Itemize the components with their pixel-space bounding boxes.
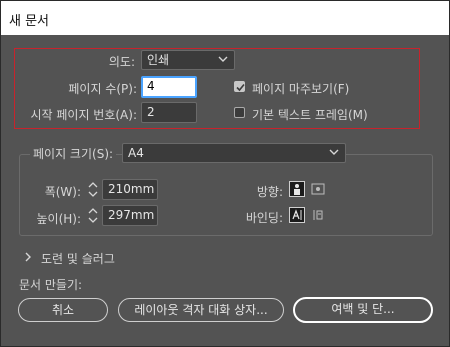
width-label: 폭(W):	[44, 185, 81, 199]
orientation-label: 방향:	[256, 185, 283, 199]
height-label: 높이(H):	[36, 212, 81, 226]
primary-text-frame-checkbox[interactable]	[234, 107, 245, 118]
start-page-input[interactable]: 2	[141, 102, 197, 123]
intent-label: 의도:	[108, 55, 135, 69]
intent-select[interactable]: 인쇄	[141, 50, 235, 70]
height-input[interactable]: 297mm	[102, 205, 158, 226]
dialog-content: 의도: 인쇄 페이지 수(P): 4 페이지 마주보기(F) 시작 페이지 번호…	[1, 35, 449, 346]
width-input[interactable]: 210mm	[102, 179, 158, 200]
intent-value: 인쇄	[147, 53, 170, 67]
layout-grid-button[interactable]: 레이아웃 격자 대화 상자...	[118, 298, 284, 322]
binding-label: 바인딩:	[245, 211, 283, 225]
new-document-dialog: 새 문서 의도: 인쇄 페이지 수(P): 4 페이지 마주보기(F) 시작 페…	[0, 0, 450, 347]
create-document-label: 문서 만들기:	[19, 278, 83, 292]
cancel-button[interactable]: 취소	[18, 298, 108, 322]
chevron-down-icon	[329, 144, 341, 162]
portrait-icon[interactable]	[289, 181, 305, 197]
pages-label: 페이지 수(P):	[68, 82, 137, 96]
landscape-icon[interactable]	[310, 181, 326, 197]
right-to-left-binding-icon[interactable]	[310, 207, 326, 223]
title-bar: 새 문서	[1, 1, 449, 35]
facing-pages-label: 페이지 마주보기(F)	[252, 82, 350, 96]
page-size-group	[19, 154, 433, 236]
page-size-select[interactable]: A4	[122, 143, 346, 163]
page-size-value: A4	[128, 146, 144, 160]
chevron-down-icon	[218, 51, 230, 69]
facing-pages-checkbox[interactable]	[234, 81, 245, 92]
height-stepper-icon[interactable]	[86, 205, 100, 226]
left-to-right-binding-icon[interactable]	[289, 207, 305, 223]
dialog-title: 새 문서	[9, 14, 50, 29]
bleed-slug-label[interactable]: 도련 및 슬러그	[41, 250, 115, 267]
width-stepper-icon[interactable]	[86, 179, 100, 200]
page-size-label: 페이지 크기(S):	[30, 145, 117, 162]
chevron-right-icon[interactable]	[23, 251, 33, 263]
primary-text-frame-label: 기본 텍스트 프레임(M)	[252, 108, 368, 122]
pages-input[interactable]: 4	[141, 76, 197, 98]
start-page-label: 시작 페이지 번호(A):	[30, 108, 137, 122]
margins-columns-button[interactable]: 여백 및 단...	[293, 297, 433, 323]
